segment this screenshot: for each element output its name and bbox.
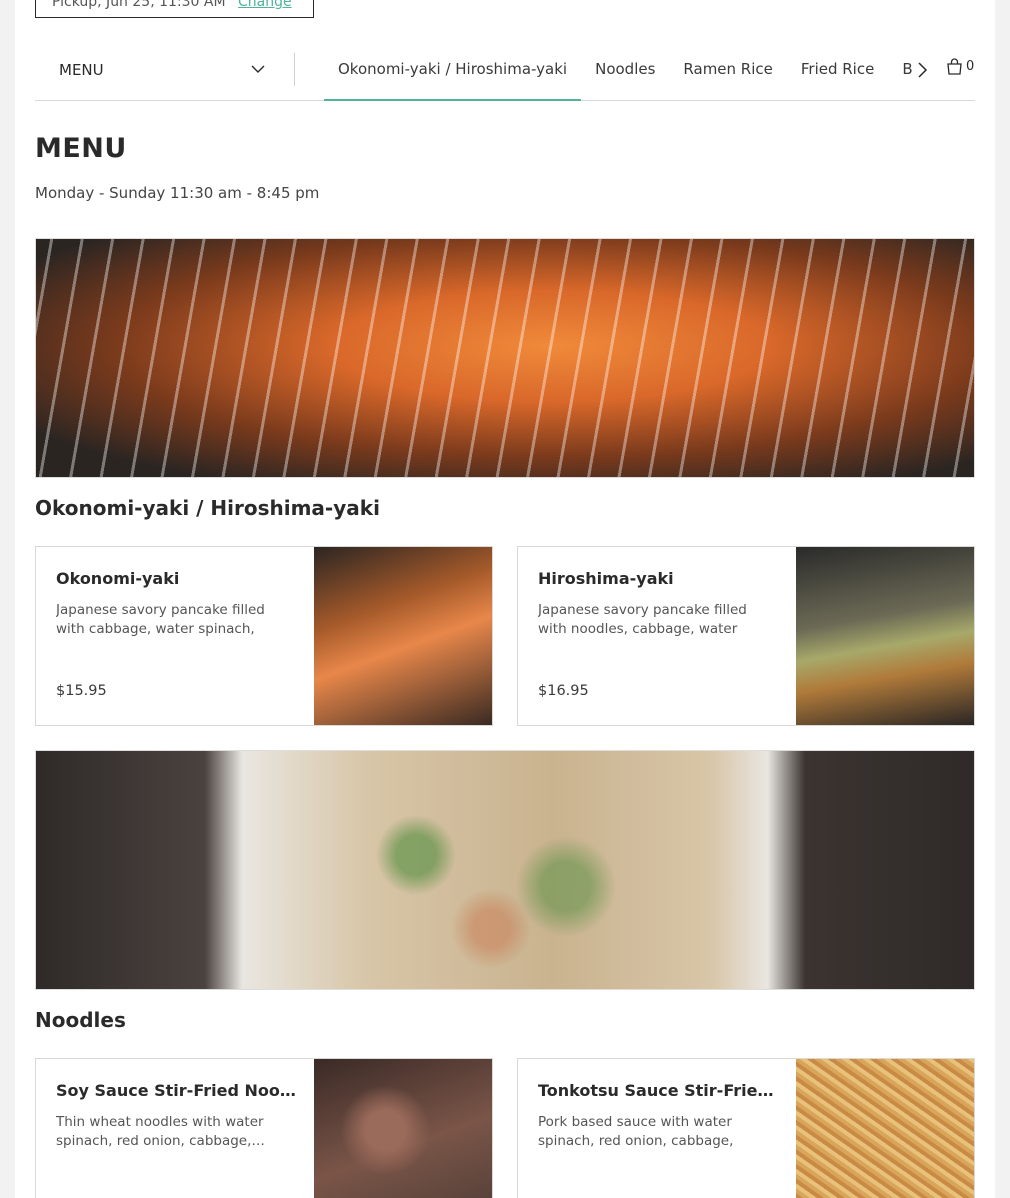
cart-count: 0 [966,59,975,74]
pickup-selector[interactable]: Pickup, Jun 25, 11:30 AM Change [35,0,314,18]
shopping-bag-icon [947,58,962,75]
menu-item-image [314,547,492,725]
menu-dropdown[interactable]: MENU [35,53,295,86]
pickup-text: Pickup, Jun 25, 11:30 AM [52,0,226,10]
page: Pickup, Jun 25, 11:30 AM Change MENU Oko… [15,0,995,1198]
menu-item-description: Japanese savory pancake filled with cabb… [56,602,265,637]
section-banner-image [35,238,975,478]
menu-item-info: Tonkotsu Sauce Stir-Fried No… Pork based… [538,1081,778,1151]
menu-item-card[interactable]: Hiroshima-yaki Japanese savory pancake f… [517,546,975,726]
menu-item-name: Soy Sauce Stir-Fried Noodles … [56,1081,296,1100]
menu-item-info: Okonomi-yaki Japanese savory pancake fil… [56,569,296,639]
menu-item-name: Okonomi-yaki [56,569,180,588]
menu-item-info: Soy Sauce Stir-Fried Noodles … Thin whea… [56,1081,296,1151]
menu-navbar: MENU Okonomi-yaki / Hiroshima-yaki Noodle… [35,38,975,101]
tab-ramen-rice[interactable]: Ramen Rice [669,38,786,101]
page-title: MENU [35,133,127,164]
menu-item-price: $15.95 [56,683,107,699]
menu-item-image [796,1059,974,1198]
menu-item-price: $16.95 [538,683,589,699]
tab-okonomi-yaki[interactable]: Okonomi-yaki / Hiroshima-yaki [324,38,582,101]
menu-hours: Monday - Sunday 11:30 am - 8:45 pm [35,184,320,202]
menu-item-description: Thin wheat noodles with water spinach, r… [56,1114,265,1149]
category-tabs: Okonomi-yaki / Hiroshima-yaki Noodles Rame… [324,38,922,101]
menu-item-card[interactable]: Okonomi-yaki Japanese savory pancake fil… [35,546,493,726]
section-title: Okonomi-yaki / Hiroshima-yaki [35,496,380,520]
tab-fried-rice[interactable]: Fried Rice [787,38,888,101]
menu-item-description: Pork based sauce with water spinach, red… [538,1114,734,1149]
menu-item-image [314,1059,492,1198]
section-banner-image [35,750,975,990]
menu-item-info: Hiroshima-yaki Japanese savory pancake f… [538,569,778,639]
menu-item-image [796,547,974,725]
tab-noodles[interactable]: Noodles [581,38,669,101]
menu-item-name: Hiroshima-yaki [538,569,674,588]
chevron-right-icon[interactable] [912,60,932,80]
menu-item-card[interactable]: Soy Sauce Stir-Fried Noodles … Thin whea… [35,1058,493,1198]
cart-button[interactable]: 0 [946,58,974,75]
menu-item-card[interactable]: Tonkotsu Sauce Stir-Fried No… Pork based… [517,1058,975,1198]
chevron-down-icon [251,65,265,73]
menu-item-description: Japanese savory pancake filled with nood… [538,602,747,637]
menu-dropdown-label: MENU [59,60,104,79]
menu-item-name: Tonkotsu Sauce Stir-Fried No… [538,1081,778,1100]
section-title: Noodles [35,1008,126,1032]
change-link[interactable]: Change [238,0,292,10]
